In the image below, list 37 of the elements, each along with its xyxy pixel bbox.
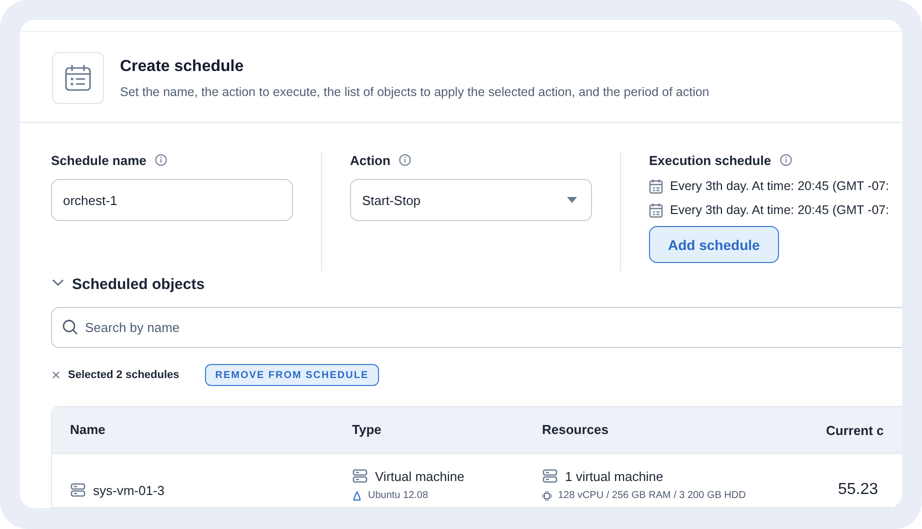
schedule-name-field[interactable]: orchest-1 <box>51 179 293 221</box>
server-icon <box>542 468 558 484</box>
action-dropdown[interactable]: Start-Stop <box>350 179 592 221</box>
info-icon[interactable] <box>399 154 412 166</box>
table-cell: 55.23 <box>838 481 878 499</box>
field-label: Action <box>350 152 390 168</box>
field-label: Schedule name <box>51 152 146 168</box>
remove-from-schedule-button[interactable]: REMOVE FROM SCHEDULE <box>205 364 379 386</box>
schedule-entry: Every 3th day. At time: 20:45 (GMT -07: <box>670 203 890 217</box>
selection-count: Selected 2 schedules <box>68 369 180 381</box>
calendar-icon <box>649 202 663 218</box>
caret-icon <box>567 197 577 203</box>
column-header: Resources <box>542 422 608 437</box>
calendar-icon <box>52 52 104 104</box>
page-subtitle: Set the name, the action to execute, the list of objects to apply the selected action, and the period of action <box>120 84 710 98</box>
schedule-entry: Every 3th day. At time: 20:45 (GMT -07: <box>670 179 890 193</box>
close-icon[interactable] <box>52 371 60 379</box>
server-icon <box>70 482 86 498</box>
field-label: Execution schedule <box>649 152 772 168</box>
info-icon[interactable] <box>155 154 168 166</box>
server-icon <box>352 468 368 484</box>
column-header: Name <box>70 422 106 437</box>
page-title: Create schedule <box>120 58 245 76</box>
table-cell: sys-vm-01-3 <box>93 482 165 498</box>
table-cell: 1 virtual machine <box>565 468 664 484</box>
search-icon <box>62 319 78 335</box>
section-title: Scheduled objects <box>72 276 205 292</box>
chip-icon <box>542 490 552 500</box>
calendar-icon <box>649 178 663 194</box>
add-schedule-button[interactable]: Add schedule <box>649 226 779 263</box>
search-field[interactable]: Search by name <box>51 307 902 348</box>
column-header: Current c <box>826 422 884 438</box>
table-cell: Ubuntu 12.08 <box>368 490 428 501</box>
info-icon[interactable] <box>780 154 792 166</box>
table-cell: Virtual machine <box>375 468 464 484</box>
column-header: Type <box>352 422 382 437</box>
table-cell: 128 vCPU / 256 GB RAM / 3 200 GB HDD <box>558 490 746 501</box>
